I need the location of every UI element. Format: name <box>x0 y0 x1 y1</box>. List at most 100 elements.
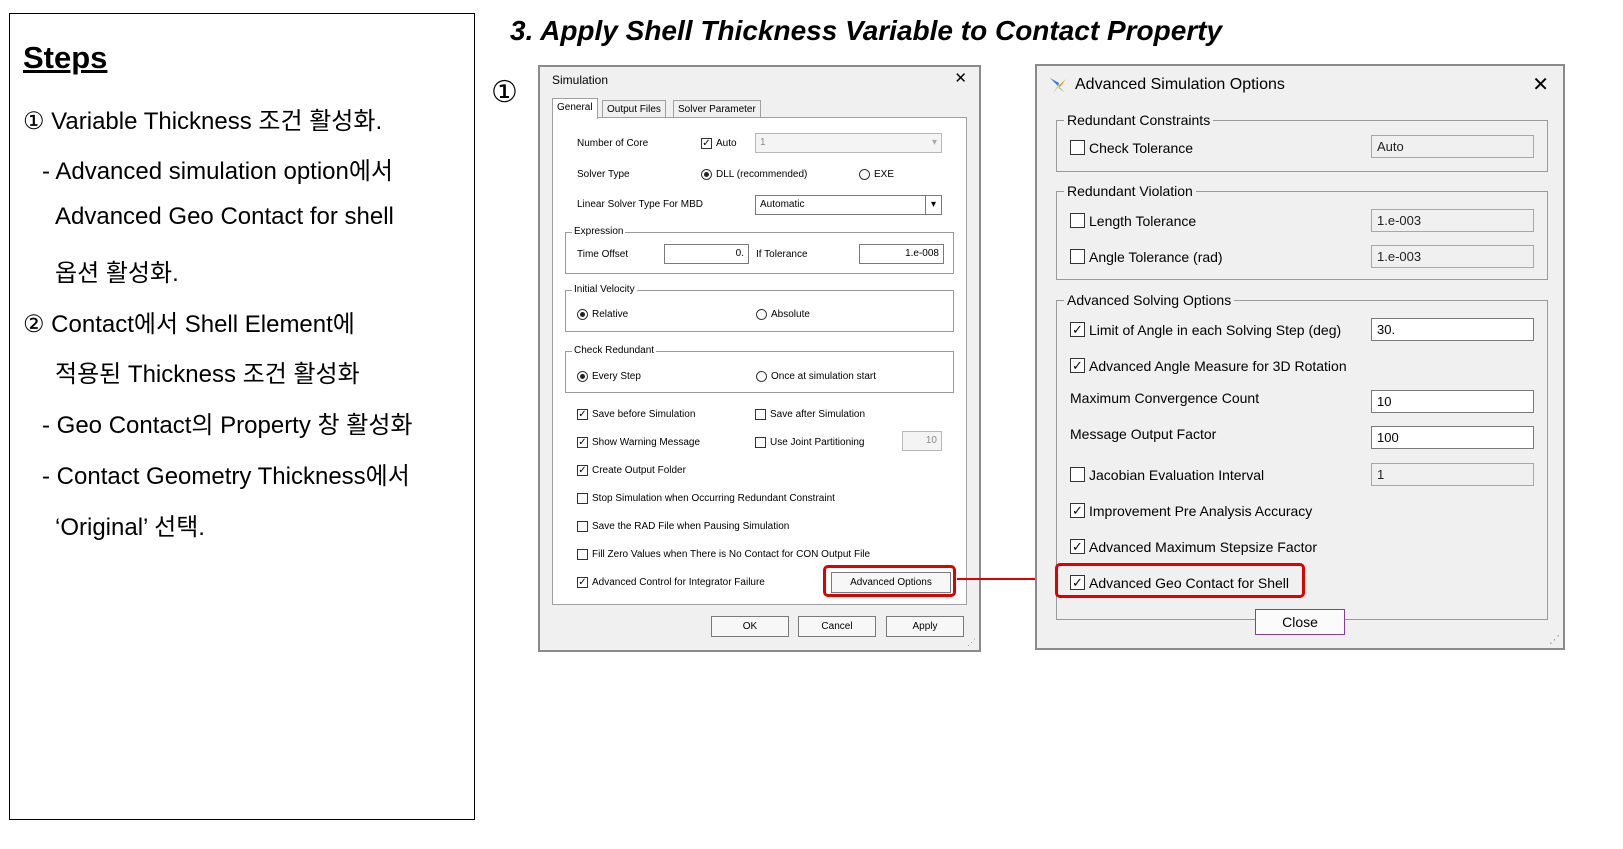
step-line: - Advanced simulation option에서 <box>42 158 394 185</box>
message-output-factor-label: Message Output Factor <box>1070 426 1217 442</box>
show-warning-label: Show Warning Message <box>592 437 701 448</box>
general-panel: Number of Core ✓ Auto 1 ▾ Solver Type DL… <box>552 117 967 605</box>
geo-contact-highlight <box>1055 563 1305 598</box>
limit-of-angle-checkbox[interactable]: ✓ <box>1070 322 1085 337</box>
save-before-label: Save before Simulation <box>592 409 696 420</box>
redundant-violation-group: Redundant Violation Length Tolerance 1.e… <box>1056 183 1548 280</box>
stop-simulation-label: Stop Simulation when Occurring Redundant… <box>592 493 835 504</box>
linear-solver-value: Automatic <box>760 199 805 210</box>
ok-button[interactable]: OK <box>711 616 789 637</box>
cancel-button[interactable]: Cancel <box>798 616 876 637</box>
once-at-start-label: Once at simulation start <box>771 371 877 382</box>
advanced-angle-measure-label: Advanced Angle Measure for 3D Rotation <box>1089 358 1347 374</box>
step-line: ① Variable Thickness 조건 활성화. <box>23 108 383 135</box>
tab-output-files[interactable]: Output Files <box>602 100 666 118</box>
app-logo-icon <box>1050 78 1066 94</box>
check-redundant-group: Check Redundant Every Step Once at simul… <box>565 345 954 393</box>
advanced-control-label: Advanced Control for Integrator Failure <box>592 577 765 588</box>
max-convergence-label: Maximum Convergence Count <box>1070 390 1260 406</box>
simulation-dialog: Simulation ✕ General Output Files Solver… <box>538 65 981 652</box>
check-tolerance-checkbox[interactable] <box>1070 140 1085 155</box>
jacobian-interval-label: Jacobian Evaluation Interval <box>1089 467 1265 483</box>
if-tolerance-input[interactable]: 1.e-008 <box>859 244 944 264</box>
check-redundant-group-label: Check Redundant <box>572 345 657 356</box>
create-output-folder-checkbox[interactable]: ✓ <box>577 465 588 476</box>
resize-grip-icon[interactable]: ⋰ <box>967 637 976 648</box>
save-after-label: Save after Simulation <box>770 409 866 420</box>
save-after-checkbox[interactable] <box>755 409 766 420</box>
angle-tolerance-input[interactable]: 1.e-003 <box>1371 245 1534 268</box>
step-line: - Contact Geometry Thickness에서 <box>42 463 410 490</box>
improvement-pre-analysis-checkbox[interactable]: ✓ <box>1070 503 1085 518</box>
solver-dll-radio[interactable] <box>701 169 712 180</box>
jacobian-interval-input[interactable]: 1 <box>1371 463 1534 486</box>
limit-of-angle-input[interactable]: 30. <box>1371 318 1534 341</box>
angle-tolerance-checkbox[interactable] <box>1070 249 1085 264</box>
resize-grip-icon[interactable]: ⋰ <box>1549 633 1560 646</box>
advanced-angle-measure-checkbox[interactable]: ✓ <box>1070 358 1085 373</box>
step-line: 적용된 Thickness 조건 활성화 <box>55 361 360 388</box>
joint-partitioning-checkbox[interactable] <box>755 437 766 448</box>
redundant-constraints-group: Redundant Constraints Check Tolerance Au… <box>1056 112 1548 172</box>
dialog-title: Simulation <box>552 73 609 87</box>
solver-exe-label: EXE <box>874 169 895 180</box>
show-warning-checkbox[interactable]: ✓ <box>577 437 588 448</box>
linear-solver-label: Linear Solver Type For MBD <box>577 199 703 210</box>
solver-exe-radio[interactable] <box>859 169 870 180</box>
expression-group-label: Expression <box>572 226 626 237</box>
absolute-label: Absolute <box>771 309 810 320</box>
length-tolerance-input[interactable]: 1.e-003 <box>1371 209 1534 232</box>
core-count-value: 1 <box>760 137 766 148</box>
message-output-factor-input[interactable]: 100 <box>1371 426 1534 449</box>
length-tolerance-label: Length Tolerance <box>1089 213 1197 229</box>
absolute-radio[interactable] <box>756 309 767 320</box>
check-tolerance-label: Check Tolerance <box>1089 140 1194 156</box>
every-step-radio[interactable] <box>577 371 588 382</box>
advanced-control-checkbox[interactable]: ✓ <box>577 577 588 588</box>
max-convergence-input[interactable]: 10 <box>1371 390 1534 413</box>
once-at-start-radio[interactable] <box>756 371 767 382</box>
save-rad-checkbox[interactable] <box>577 521 588 532</box>
step-line: Advanced Geo Contact for shell <box>55 203 394 230</box>
tab-general[interactable]: General <box>552 98 598 119</box>
improvement-pre-analysis-label: Improvement Pre Analysis Accuracy <box>1089 503 1313 519</box>
advanced-max-stepsize-checkbox[interactable]: ✓ <box>1070 539 1085 554</box>
length-tolerance-checkbox[interactable] <box>1070 213 1085 228</box>
auto-checkbox[interactable]: ✓ <box>701 138 712 149</box>
number-of-core-label: Number of Core <box>577 138 649 149</box>
joint-partitioning-label: Use Joint Partitioning <box>770 437 865 448</box>
core-count-select[interactable]: 1 ▾ <box>755 133 942 153</box>
joint-partitioning-input[interactable]: 10 <box>902 431 942 451</box>
apply-button[interactable]: Apply <box>886 616 964 637</box>
expression-group: Expression Time Offset 0. If Tolerance 1… <box>565 226 954 274</box>
linear-solver-select[interactable]: Automatic ▾ <box>755 195 942 215</box>
relative-label: Relative <box>592 309 629 320</box>
solver-dll-label: DLL (recommended) <box>716 169 808 180</box>
section-heading: 3. Apply Shell Thickness Variable to Con… <box>510 15 1223 46</box>
fill-zero-checkbox[interactable] <box>577 549 588 560</box>
initial-velocity-group: Initial Velocity Relative Absolute <box>565 284 954 332</box>
close-icon[interactable]: ✕ <box>954 69 967 87</box>
steps-title: Steps <box>23 40 108 75</box>
chevron-down-icon: ▾ <box>931 137 937 148</box>
close-button[interactable]: Close <box>1255 609 1345 635</box>
angle-tolerance-label: Angle Tolerance (rad) <box>1089 249 1223 265</box>
fill-zero-label: Fill Zero Values when There is No Contac… <box>592 549 871 560</box>
step-line: ② Contact에서 Shell Element에 <box>23 311 355 338</box>
save-rad-label: Save the RAD File when Pausing Simulatio… <box>592 521 790 532</box>
jacobian-interval-checkbox[interactable] <box>1070 467 1085 482</box>
tab-solver-parameter[interactable]: Solver Parameter <box>673 100 761 118</box>
stop-simulation-checkbox[interactable] <box>577 493 588 504</box>
redundant-violation-label: Redundant Violation <box>1064 183 1196 199</box>
save-before-checkbox[interactable]: ✓ <box>577 409 588 420</box>
step-line: - Geo Contact의 Property 창 활성화 <box>42 412 413 439</box>
check-tolerance-input[interactable]: Auto <box>1371 135 1534 158</box>
every-step-label: Every Step <box>592 371 641 382</box>
initial-velocity-group-label: Initial Velocity <box>572 284 637 295</box>
time-offset-label: Time Offset <box>577 249 629 260</box>
redundant-constraints-label: Redundant Constraints <box>1064 112 1214 128</box>
advanced-max-stepsize-label: Advanced Maximum Stepsize Factor <box>1089 539 1317 555</box>
relative-radio[interactable] <box>577 309 588 320</box>
time-offset-input[interactable]: 0. <box>664 244 749 264</box>
close-icon[interactable]: ✕ <box>1532 72 1549 97</box>
